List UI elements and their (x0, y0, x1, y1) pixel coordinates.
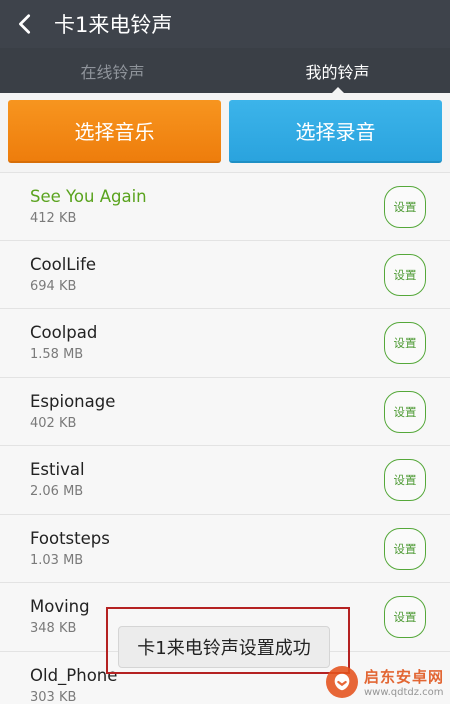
ringtone-size: 348 KB (30, 621, 77, 636)
list-item[interactable]: Espionage 402 KB 设置 (0, 377, 450, 446)
list-item[interactable]: See You Again 412 KB 设置 (0, 172, 450, 241)
list-item[interactable]: CoolLife 694 KB 设置 (0, 240, 450, 309)
page-title: 卡1来电铃声 (54, 13, 173, 37)
list-item[interactable]: Coolpad 1.58 MB 设置 (0, 309, 450, 378)
choose-music-button[interactable]: 选择音乐 (8, 100, 221, 163)
chevron-left-icon (19, 14, 31, 34)
set-ringtone-button[interactable]: 设置 (384, 527, 426, 570)
ringtone-name: Footsteps (30, 528, 110, 548)
ringtone-size: 694 KB (30, 278, 77, 294)
ringtone-name: Coolpad (30, 323, 98, 342)
ringtone-name: Old_Phone (30, 665, 118, 685)
ringtone-size: 303 KB (30, 689, 77, 704)
ringtone-name: Estival (30, 460, 85, 479)
ringtone-name: Moving (30, 597, 90, 616)
watermark-url: www.qdtdz.com (363, 687, 444, 698)
list-item[interactable]: Estival 2.06 MB 设置 (0, 446, 450, 515)
watermark-logo-icon (325, 666, 358, 698)
tab-my-ringtones[interactable]: 我的铃声 (225, 48, 450, 93)
action-buttons: 选择音乐 选择录音 (8, 100, 442, 163)
set-ringtone-button[interactable]: 设置 (384, 186, 426, 228)
tab-online-ringtones[interactable]: 在线铃声 (0, 48, 225, 93)
ringtone-size: 412 KB (30, 211, 77, 226)
list-item[interactable]: Footsteps 1.03 MB 设置 (0, 514, 450, 583)
ringtone-size: 1.58 MB (30, 347, 84, 362)
toast-message: 卡1来电铃声设置成功 (118, 626, 330, 668)
set-ringtone-button[interactable]: 设置 (384, 596, 426, 638)
ringtone-name: CoolLife (30, 254, 97, 274)
tab-bar: 在线铃声 我的铃声 (0, 48, 450, 93)
ringtone-name: See You Again (30, 187, 147, 206)
watermark: 启东安卓网 www.qdtdz.com (325, 666, 444, 698)
watermark-name: 启东安卓网 (363, 668, 444, 686)
set-ringtone-button[interactable]: 设置 (384, 253, 426, 296)
set-ringtone-button[interactable]: 设置 (384, 390, 426, 433)
ringtone-size: 402 KB (30, 415, 77, 431)
ringtone-name: Espionage (30, 391, 116, 411)
header-bar: 卡1来电铃声 (0, 0, 450, 48)
ringtone-size: 2.06 MB (30, 484, 84, 499)
choose-recording-button[interactable]: 选择录音 (229, 100, 442, 163)
watermark-text: 启东安卓网 www.qdtdz.com (364, 666, 444, 698)
set-ringtone-button[interactable]: 设置 (384, 322, 426, 364)
back-button[interactable] (0, 0, 50, 48)
ringtone-size: 1.03 MB (30, 552, 84, 568)
set-ringtone-button[interactable]: 设置 (384, 459, 426, 501)
